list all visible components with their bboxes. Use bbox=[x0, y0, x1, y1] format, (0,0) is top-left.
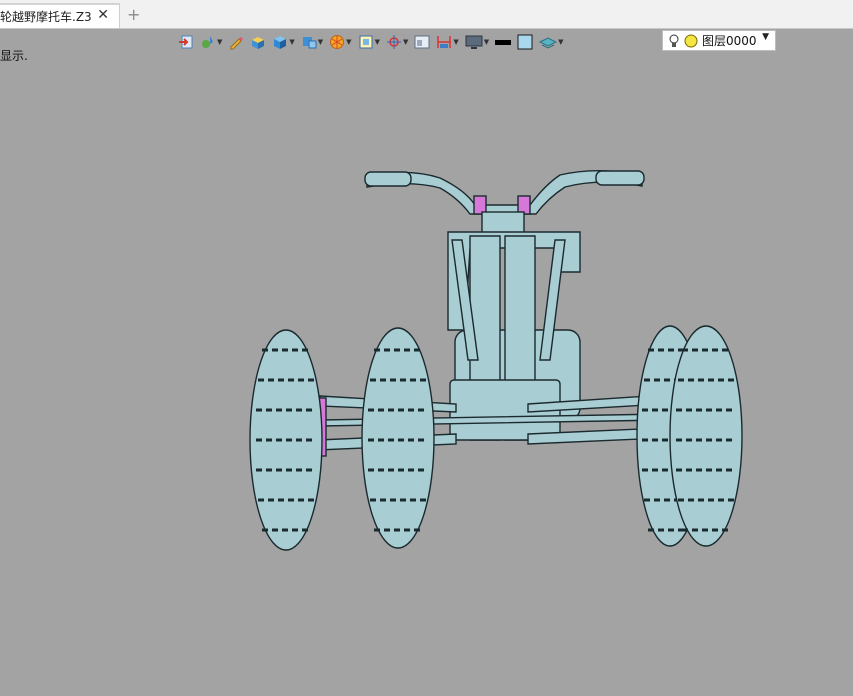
tab-bar: 轮越野摩托车.Z3 ✕ + bbox=[0, 0, 853, 29]
tab-document[interactable]: 轮越野摩托车.Z3 ✕ bbox=[0, 3, 120, 28]
wheel-left-outer bbox=[249, 329, 323, 551]
model-viewport[interactable] bbox=[0, 29, 853, 696]
add-tab-button[interactable]: + bbox=[127, 5, 140, 24]
wheel-left-inner bbox=[361, 327, 435, 549]
handlebar-grip-left bbox=[364, 171, 412, 187]
close-icon[interactable]: ✕ bbox=[97, 7, 109, 23]
atv-model bbox=[249, 170, 743, 551]
wheel-right-outer bbox=[669, 325, 743, 547]
handlebar-grip-right bbox=[595, 170, 645, 186]
tab-title: 轮越野摩托车.Z3 bbox=[0, 10, 92, 24]
